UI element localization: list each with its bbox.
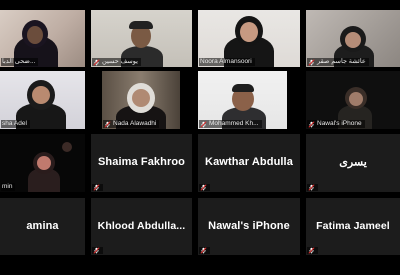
mic-off-icon <box>200 247 207 254</box>
participant-display-name: Fatima Jameel <box>316 219 390 232</box>
mic-off-icon <box>308 59 315 66</box>
participant-tile-12[interactable]: يسرى <box>306 134 400 192</box>
participant-name-tag <box>92 184 103 191</box>
participant-name-tag <box>199 247 210 254</box>
participant-tile-10[interactable]: Shaima Fakhroo <box>91 134 192 192</box>
participant-name-tag: عائشة جاسم صقر <box>307 58 369 66</box>
mic-off-icon <box>200 184 207 191</box>
participant-name: Noora Almansoori <box>200 58 252 65</box>
participant-tile-5[interactable]: sha Adel <box>0 71 85 129</box>
participant-tile-1[interactable]: ضحى الدبا... <box>0 10 85 67</box>
participant-name-tag: Noora Almansoori <box>199 58 255 66</box>
participant-name-tag: ضحى الدبا... <box>1 58 39 66</box>
mic-off-icon <box>93 247 100 254</box>
participant-name: sha Adel <box>2 120 27 127</box>
mic-off-icon <box>308 121 315 128</box>
participant-display-name: Nawal's iPhone <box>208 219 290 232</box>
participant-name: min <box>2 183 13 190</box>
participant-tile-11[interactable]: Kawthar Abdulla <box>198 134 300 192</box>
participant-tile-3[interactable]: Noora Almansoori <box>198 10 300 67</box>
participant-tile-15[interactable]: Nawal's iPhone <box>198 198 300 255</box>
participant-display-name: Shaima Fakhroo <box>98 156 185 169</box>
participant-name: Mohammed Kh... <box>209 120 259 127</box>
participant-name-tag <box>199 184 210 191</box>
participant-name: عائشة جاسم صقر <box>317 58 366 65</box>
participant-name-tag <box>92 247 103 254</box>
participant-name-tag: min <box>1 183 16 191</box>
participant-name-tag <box>307 184 318 191</box>
participant-tile-7[interactable]: Mohammed Kh... <box>198 71 287 129</box>
participant-tile-14[interactable]: Khlood Abdulla... <box>91 198 192 255</box>
participant-tile-4[interactable]: عائشة جاسم صقر <box>306 10 400 67</box>
participant-name-tag: Nawal's iPhone <box>307 120 365 128</box>
participant-name-tag: Mohammed Kh... <box>199 120 262 128</box>
participant-tile-13[interactable]: amina <box>0 198 85 255</box>
participant-name-tag: sha Adel <box>1 120 30 128</box>
participant-name: يوسف حسين <box>102 58 138 65</box>
participant-display-name: amina <box>26 219 59 232</box>
participant-name: Nawal's iPhone <box>317 120 362 127</box>
participant-name-tag: يوسف حسين <box>92 58 141 66</box>
participant-tile-6[interactable]: Nada Alawadhi <box>102 71 180 129</box>
mic-off-icon <box>200 121 207 128</box>
participant-tile-16[interactable]: Fatima Jameel <box>306 198 400 255</box>
mic-off-icon <box>104 121 111 128</box>
participant-display-name: يسرى <box>339 156 367 169</box>
participant-name-tag: Nada Alawadhi <box>103 120 160 128</box>
mic-off-icon <box>93 184 100 191</box>
participant-tile-2[interactable]: يوسف حسين <box>91 10 192 67</box>
mic-off-icon <box>93 59 100 66</box>
mic-off-icon <box>308 184 315 191</box>
participant-display-name: Khlood Abdulla... <box>97 219 186 232</box>
mic-off-icon <box>308 247 315 254</box>
participant-name: ضحى الدبا... <box>2 58 36 65</box>
participant-display-name: Kawthar Abdulla <box>205 156 293 169</box>
participant-name: Nada Alawadhi <box>113 120 157 127</box>
participant-tile-8[interactable]: Nawal's iPhone <box>306 71 400 129</box>
participant-name-tag <box>307 247 318 254</box>
participant-tile-9[interactable]: min <box>0 134 85 192</box>
